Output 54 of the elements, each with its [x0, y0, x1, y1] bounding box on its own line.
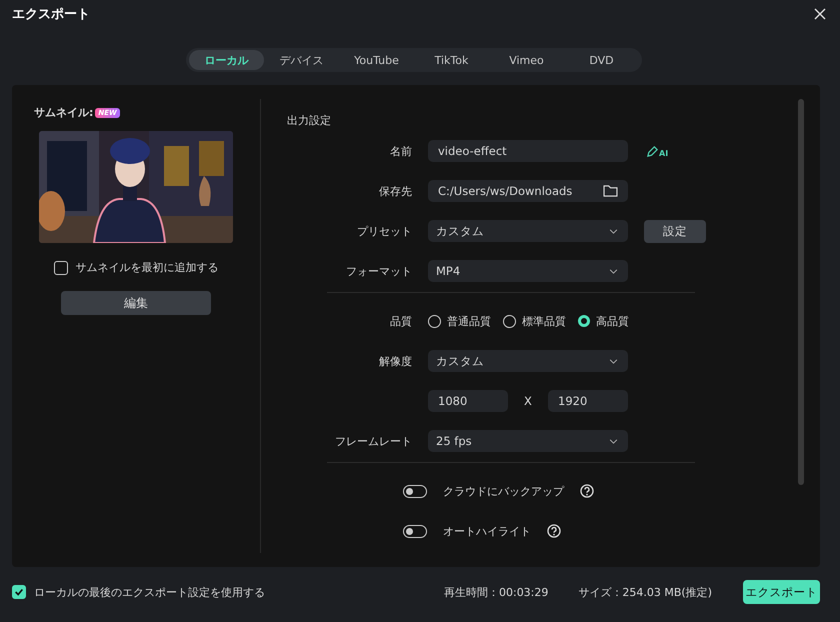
preset-dropdown[interactable]: カスタム [428, 220, 628, 242]
checkbox-label: サムネイルを最初に追加する [76, 260, 218, 275]
field-label: 解像度 [378, 354, 413, 368]
caret-icon [609, 268, 618, 274]
tab[interactable]: DVD [564, 50, 639, 70]
radio-label: 高品質 [596, 314, 629, 328]
toggle-label: クラウドにバックアップ [443, 484, 564, 498]
tab[interactable]: TikTok [414, 50, 489, 70]
frame-rate-dropdown[interactable]: 25 fps [428, 430, 628, 452]
field-label: フォーマット [345, 264, 413, 278]
section-heading: 出力設定 [287, 113, 332, 128]
caret-icon [609, 358, 618, 364]
close-icon[interactable] [814, 8, 826, 20]
radio-button[interactable] [578, 315, 590, 327]
caret-icon [609, 438, 618, 444]
field-label: 名前 [389, 144, 413, 158]
size-text: サイズ：254.03 MB(推定) [578, 584, 712, 600]
tab[interactable]: ローカル [189, 50, 264, 70]
checkbox-label: ローカルの最後のエクスポート設定を使用する [34, 584, 265, 600]
toggle-label: オートハイライト [443, 524, 531, 538]
field-label: プリセット [356, 224, 413, 238]
caret-icon [609, 228, 618, 234]
radio-label: 普通品質 [447, 314, 491, 328]
toggle-switch[interactable] [403, 484, 427, 498]
format-dropdown[interactable]: MP4 [428, 260, 628, 282]
export-button[interactable]: エクスポート [743, 580, 820, 604]
thumbnail-label: サムネイル: [34, 105, 94, 120]
separator-label: X [523, 394, 533, 408]
radio-button[interactable] [503, 314, 516, 328]
scrollbar[interactable] [798, 99, 804, 485]
check-icon [14, 587, 24, 597]
checkbox[interactable] [12, 585, 26, 599]
tab[interactable]: YouTube [339, 50, 414, 70]
toggle-switch[interactable] [403, 524, 427, 538]
field-label: 品質 [389, 314, 413, 328]
duration-text: 再生時間：00:03:29 [444, 584, 548, 600]
window-title: エクスポート [12, 6, 90, 23]
radio-label: 標準品質 [522, 314, 566, 328]
field-label: 保存先 [378, 184, 413, 198]
checkbox[interactable] [54, 260, 68, 274]
help-icon[interactable] [547, 524, 561, 538]
field-label: フレームレート [334, 434, 413, 448]
folder-icon[interactable] [603, 185, 618, 197]
path-field[interactable]: C:/Users/ws/Downloads [428, 180, 628, 202]
edit-button[interactable]: 編集 [61, 291, 211, 315]
radio-button[interactable] [428, 314, 441, 328]
resolution-dropdown[interactable]: カスタム [428, 350, 628, 372]
tab[interactable]: Vimeo [489, 50, 564, 70]
name-field[interactable]: video-effect [428, 140, 628, 162]
settings-button[interactable]: 設定 [644, 220, 706, 242]
help-icon[interactable] [580, 484, 594, 498]
tab[interactable]: デバイス [264, 50, 339, 70]
width-field[interactable]: 1080 [428, 390, 508, 412]
height-field[interactable]: 1920 [548, 390, 628, 412]
